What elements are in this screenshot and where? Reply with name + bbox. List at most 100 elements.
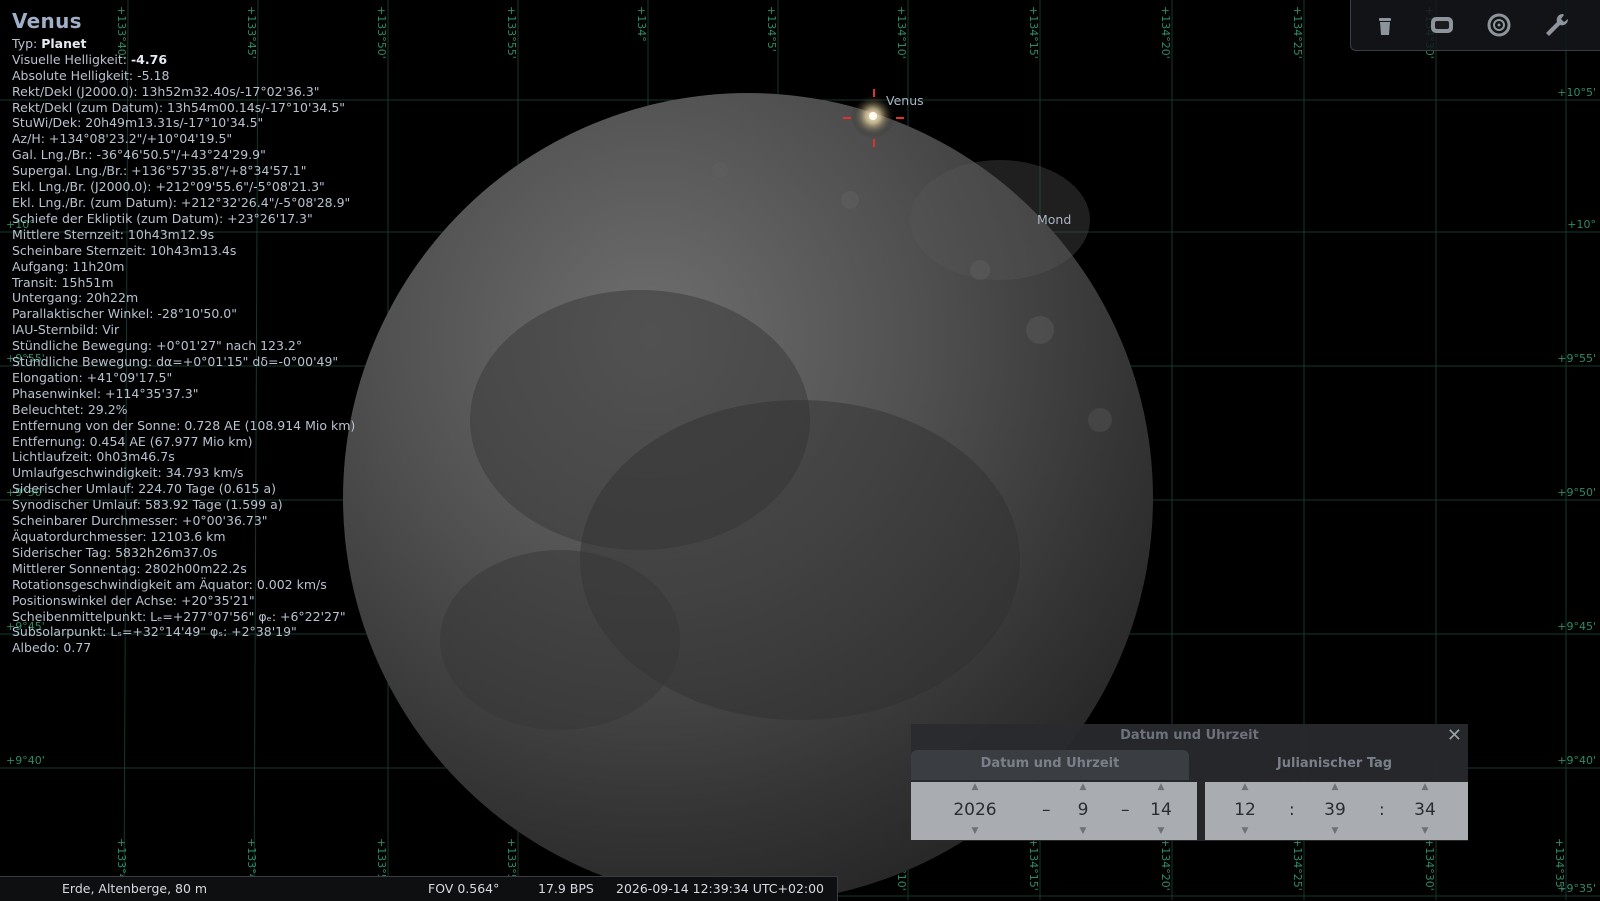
info-label: Synodischer Umlauf: 583.92 Tage (1.599 a…	[12, 497, 283, 513]
info-label: Entfernung: 0.454 AE (67.977 Mio km)	[12, 433, 253, 449]
year-value: 2026	[953, 800, 997, 820]
info-label: Mittlerer Sonnentag: 2802h00m22.2s	[12, 560, 247, 576]
info-row: Transit: 15h51m	[12, 275, 355, 291]
day-spinner[interactable]: ▲ 14 ▼	[1141, 782, 1181, 840]
info-label: Albedo: 0.77	[12, 640, 92, 656]
info-label: Mittlere Sternzeit: 10h43m12.9s	[12, 226, 215, 242]
info-label: Parallaktischer Winkel: -28°10'50.0"	[12, 306, 237, 322]
decrement-icon[interactable]: ▼	[1315, 826, 1355, 836]
info-row: Synodischer Umlauf: 583.92 Tage (1.599 a…	[12, 497, 355, 513]
info-label: Subsolarpunkt: Lₛ=+32°14'49" φₛ: +2°38'1…	[12, 624, 297, 640]
info-row: IAU-Sternbild: Vir	[12, 322, 355, 338]
moon-label: Mond	[1037, 212, 1072, 227]
decrement-icon[interactable]: ▼	[1225, 826, 1265, 836]
info-label: Elongation: +41°09'17.5"	[12, 369, 173, 385]
info-label: Scheibenmittelpunkt: Lₑ=+277°07'56" φₑ: …	[12, 608, 346, 624]
date-separator: –	[1121, 800, 1130, 820]
screen-icon[interactable]	[1427, 10, 1457, 40]
info-row: Parallaktischer Winkel: -28°10'50.0"	[12, 306, 355, 322]
info-row: Entfernung von der Sonne: 0.728 AE (108.…	[12, 418, 355, 434]
grid-azimuth-label: +134°15'	[1027, 838, 1040, 891]
info-value: Planet	[41, 35, 87, 51]
second-spinner[interactable]: ▲ 34 ▼	[1405, 782, 1445, 840]
info-row: Lichtlaufzeit: 0h03m46.7s	[12, 449, 355, 465]
info-row: Visuelle Helligkeit: -4.76	[12, 52, 355, 68]
info-label: Untergang: 20h22m	[12, 290, 139, 306]
info-row: Absolute Helligkeit: -5.18	[12, 68, 355, 84]
info-value: -4.76	[130, 51, 168, 67]
hour-value: 12	[1234, 800, 1256, 820]
grid-azimuth-label: +134°15'	[1027, 6, 1040, 59]
info-row: Ekl. Lng./Br. (zum Datum): +212°32'26.4"…	[12, 195, 355, 211]
decrement-icon[interactable]: ▼	[1063, 826, 1103, 836]
info-row: Rekt/Dekl (zum Datum): 13h54m00.14s/-17°…	[12, 100, 355, 116]
top-toolbar	[1350, 0, 1600, 51]
info-row: Phasenwinkel: +114°35'37.3"	[12, 386, 355, 402]
increment-icon[interactable]: ▲	[1063, 782, 1103, 792]
close-icon[interactable]: ✕	[1447, 725, 1462, 746]
info-row: Stündliche Bewegung: +0°01'27" nach 123.…	[12, 338, 355, 354]
info-row: Typ: Planet	[12, 36, 355, 52]
increment-icon[interactable]: ▲	[935, 782, 1015, 792]
grid-altitude-label: +10°	[1567, 218, 1596, 231]
increment-icon[interactable]: ▲	[1225, 782, 1265, 792]
decrement-icon[interactable]: ▼	[935, 826, 1015, 836]
fps-text: 17.9 BPS	[538, 881, 594, 896]
increment-icon[interactable]: ▲	[1315, 782, 1355, 792]
hour-spinner[interactable]: ▲ 12 ▼	[1225, 782, 1265, 840]
info-label: Ekl. Lng./Br. (zum Datum): +212°32'26.4"…	[12, 194, 351, 210]
info-label: Schiefe der Ekliptik (zum Datum): +23°26…	[12, 210, 313, 226]
grid-azimuth-label: +134°20'	[1159, 838, 1172, 891]
tab-datetime[interactable]: Datum und Uhrzeit	[911, 750, 1189, 780]
info-label: Supergal. Lng./Br.: +136°57'35.8"/+8°34'…	[12, 163, 307, 179]
grid-azimuth-label: +134°30'	[1423, 838, 1436, 891]
date-separator: –	[1042, 800, 1051, 820]
info-row: Untergang: 20h22m	[12, 290, 355, 306]
info-row: Scheinbarer Durchmesser: +0°00'36.73"	[12, 513, 355, 529]
time-panel: ▲ 12 ▼ : ▲ 39 ▼ : ▲ 34 ▼	[1205, 782, 1468, 840]
year-spinner[interactable]: ▲ 2026 ▼	[935, 782, 1015, 840]
info-label: Az/H: +134°08'23.2"/+10°04'19.5"	[12, 131, 233, 147]
info-row: Gal. Lng./Br.: -36°46'50.5"/+43°24'29.9"	[12, 147, 355, 163]
info-row: Schiefe der Ekliptik (zum Datum): +23°26…	[12, 211, 355, 227]
info-label: Gal. Lng./Br.: -36°46'50.5"/+43°24'29.9"	[12, 147, 266, 163]
info-row: Umlaufgeschwindigkeit: 34.793 km/s	[12, 465, 355, 481]
increment-icon[interactable]: ▲	[1141, 782, 1181, 792]
info-label: Typ:	[12, 35, 42, 51]
info-label: Stündliche Bewegung: +0°01'27" nach 123.…	[12, 338, 303, 354]
grid-altitude-label: +9°40'	[6, 754, 45, 767]
grid-azimuth-label: +134°	[635, 6, 648, 42]
decrement-icon[interactable]: ▼	[1405, 826, 1445, 836]
datetime-text[interactable]: 2026-09-14 12:39:34 UTC+02:00	[616, 881, 824, 896]
info-label: Stündliche Bewegung: dα=+0°01'15" dδ=-0°…	[12, 354, 339, 370]
grid-azimuth-label: +134°5'	[765, 6, 778, 52]
month-spinner[interactable]: ▲ 9 ▼	[1063, 782, 1103, 840]
grid-altitude-label: +9°45'	[1557, 620, 1596, 633]
grid-azimuth-label: +133°50'	[375, 6, 388, 59]
location-text[interactable]: Erde, Altenberge, 80 m	[62, 881, 207, 896]
trash-icon[interactable]	[1370, 10, 1400, 40]
info-row: Beleuchtet: 29.2%	[12, 402, 355, 418]
grid-altitude-label: +9°50'	[1557, 486, 1596, 499]
info-row: Subsolarpunkt: Lₛ=+32°14'49" φₛ: +2°38'1…	[12, 624, 355, 640]
minute-spinner[interactable]: ▲ 39 ▼	[1315, 782, 1355, 840]
increment-icon[interactable]: ▲	[1405, 782, 1445, 792]
decrement-icon[interactable]: ▼	[1141, 826, 1181, 836]
info-row: Scheinbare Sternzeit: 10h43m13.4s	[12, 243, 355, 259]
info-row: Az/H: +134°08'23.2"/+10°04'19.5"	[12, 131, 355, 147]
info-label: Rotationsgeschwindigkeit am Äquator: 0.0…	[12, 576, 327, 592]
info-row: Positionswinkel der Achse: +20°35'21"	[12, 593, 355, 609]
info-row: Mittlerer Sonnentag: 2802h00m22.2s	[12, 561, 355, 577]
tab-julian-day[interactable]: Julianischer Tag	[1201, 750, 1468, 780]
grid-azimuth-label: +134°25'	[1291, 6, 1304, 59]
info-label: Rekt/Dekl (J2000.0): 13h52m32.40s/-17°02…	[12, 83, 320, 99]
target-icon[interactable]	[1484, 10, 1514, 40]
info-label: Entfernung von der Sonne: 0.728 AE (108.…	[12, 417, 356, 433]
grid-azimuth-label: +134°25'	[1291, 838, 1304, 891]
info-label: Phasenwinkel: +114°35'37.3"	[12, 385, 199, 401]
info-label: Visuelle Helligkeit:	[12, 51, 131, 67]
grid-azimuth-label: +134°10'	[895, 6, 908, 59]
info-row: Rekt/Dekl (J2000.0): 13h52m32.40s/-17°02…	[12, 84, 355, 100]
wrench-icon[interactable]	[1541, 10, 1571, 40]
info-row: Scheibenmittelpunkt: Lₑ=+277°07'56" φₑ: …	[12, 609, 355, 625]
